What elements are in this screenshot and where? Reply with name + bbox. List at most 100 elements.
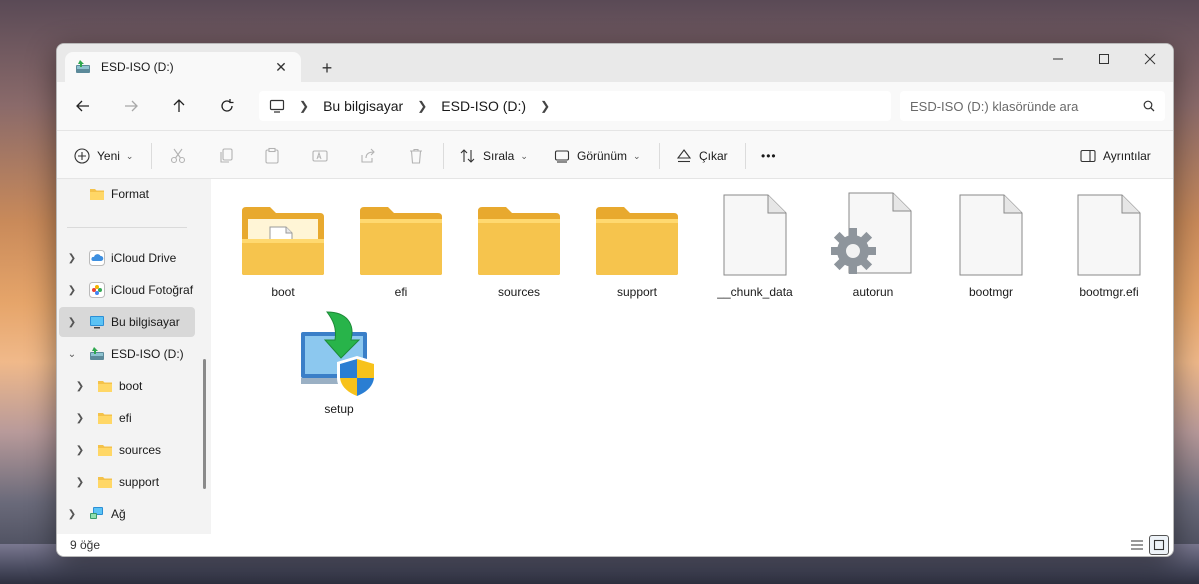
file-name: __chunk_data [717, 285, 793, 299]
sidebar-item-label: Format [111, 187, 150, 201]
back-icon[interactable] [69, 94, 97, 118]
sidebar-item-boot[interactable]: ❯ boot [73, 371, 203, 401]
cut-button[interactable] [169, 143, 187, 169]
file-item-autorun[interactable]: autorun [823, 189, 923, 299]
view-icon [554, 150, 570, 163]
sidebar-item-label: support [119, 475, 160, 489]
file-item-setup[interactable]: setup [289, 304, 389, 416]
new-tab-button[interactable]: + [315, 56, 339, 80]
address-bar-row: ❯ Bu bilgisayar ❯ ESD-ISO (D:) ❯ ESD-ISO… [57, 82, 1173, 130]
view-button[interactable]: Görünüm ⌄ [553, 143, 641, 169]
sidebar-item-label: Ağ [111, 507, 126, 521]
large-icons-view-icon[interactable] [1149, 535, 1169, 555]
command-bar: Yeni ⌄ Sırala ⌄ Görünüm ⌄ Çıkar ••• Ayrı… [57, 130, 1173, 179]
sidebar-item-label: sources [119, 443, 162, 457]
sidebar-item-label: iCloud Drive [111, 251, 177, 265]
folder-icon [469, 189, 569, 277]
chevron-right-icon[interactable]: ❯ [65, 253, 79, 264]
sidebar-scrollbar[interactable] [203, 359, 206, 489]
computer-icon [269, 99, 285, 113]
sidebar-item-label: Bu bilgisayar [111, 315, 180, 329]
file-name: setup [324, 402, 354, 416]
file-item-chunk-data[interactable]: __chunk_data [705, 189, 805, 299]
details-pane-button[interactable]: Ayrıntılar [1079, 143, 1151, 169]
chevron-down-icon: ⌄ [633, 150, 641, 161]
folder-icon [97, 378, 113, 394]
file-item-sources[interactable]: sources [469, 189, 569, 299]
folder-icon [351, 189, 451, 277]
search-input[interactable]: ESD-ISO (D:) klasöründe ara [900, 91, 1165, 121]
sidebar-item-format[interactable]: Format [65, 179, 205, 209]
sort-label: Sırala [483, 149, 515, 163]
navigation-pane: Format ❯ iCloud Drive ❯ iCloud Fotoğraf … [57, 179, 211, 536]
breadcrumb-drive[interactable]: ESD-ISO (D:) [441, 98, 526, 114]
chevron-right-icon[interactable]: ❯ [73, 477, 87, 488]
paste-button[interactable] [263, 143, 281, 169]
refresh-icon[interactable] [213, 94, 241, 118]
sort-button[interactable]: Sırala ⌄ [459, 143, 528, 169]
more-options-icon[interactable]: ••• [761, 143, 777, 169]
sidebar-item-support[interactable]: ❯ support [73, 467, 203, 497]
tab-title: ESD-ISO (D:) [101, 60, 174, 74]
sidebar-item-label: iCloud Fotoğraf [111, 283, 194, 297]
file-item-support[interactable]: support [587, 189, 687, 299]
details-label: Ayrıntılar [1103, 149, 1151, 163]
file-name: support [616, 285, 658, 299]
chevron-right-icon[interactable]: ❯ [299, 99, 309, 113]
drive-icon [76, 60, 90, 73]
file-item-bootmgr-efi[interactable]: bootmgr.efi [1059, 189, 1159, 299]
divider [659, 143, 660, 169]
chevron-right-icon[interactable]: ❯ [65, 509, 79, 520]
icloud-photos-icon [89, 282, 105, 298]
file-list: boot efi sources support __chunk_data au… [213, 179, 1173, 536]
delete-button[interactable] [407, 143, 425, 169]
settings-file-icon [823, 189, 923, 277]
eject-label: Çıkar [699, 149, 728, 163]
sidebar-item-icloud-drive[interactable]: ❯ iCloud Drive [65, 243, 205, 273]
close-tab-icon[interactable]: ✕ [271, 57, 291, 77]
sidebar-item-esd-iso[interactable]: ⌄ ESD-ISO (D:) [65, 339, 205, 369]
maximize-icon[interactable] [1081, 44, 1127, 74]
sidebar-item-sources[interactable]: ❯ sources [73, 435, 203, 465]
file-item-efi[interactable]: efi [351, 189, 451, 299]
chevron-right-icon[interactable]: ❯ [73, 413, 87, 424]
tab-esd-iso[interactable]: ESD-ISO (D:) ✕ [65, 52, 301, 82]
up-icon[interactable] [165, 94, 193, 118]
sidebar-item-label: boot [119, 379, 143, 393]
file-name: bootmgr [968, 285, 1014, 299]
copy-button[interactable] [217, 143, 235, 169]
folder-icon [97, 474, 113, 490]
eject-button[interactable]: Çıkar [675, 143, 728, 169]
folder-icon [89, 186, 105, 202]
sidebar-item-label: efi [119, 411, 132, 425]
folder-icon [97, 410, 113, 426]
details-view-icon[interactable] [1127, 535, 1147, 555]
chevron-right-icon[interactable]: ❯ [417, 99, 427, 113]
chevron-right-icon[interactable]: ❯ [540, 99, 550, 113]
file-item-boot[interactable]: boot [233, 189, 333, 299]
breadcrumb-this-pc[interactable]: Bu bilgisayar [323, 98, 403, 114]
search-placeholder: ESD-ISO (D:) klasöründe ara [910, 98, 1079, 114]
sidebar-item-network[interactable]: ❯ Ağ [65, 499, 205, 529]
sidebar-item-this-pc[interactable]: ❯ Bu bilgisayar [59, 307, 195, 337]
file-item-bootmgr[interactable]: bootmgr [941, 189, 1041, 299]
breadcrumb[interactable]: ❯ Bu bilgisayar ❯ ESD-ISO (D:) ❯ [259, 91, 891, 121]
view-label: Görünüm [577, 149, 628, 163]
chevron-right-icon[interactable]: ❯ [73, 381, 87, 392]
blank-file-icon [1059, 189, 1159, 277]
share-icon [361, 148, 375, 163]
forward-icon[interactable] [117, 94, 145, 118]
chevron-right-icon[interactable]: ❯ [65, 285, 79, 296]
new-button[interactable]: Yeni ⌄ [73, 143, 133, 169]
sidebar-item-efi[interactable]: ❯ efi [73, 403, 203, 433]
chevron-right-icon[interactable]: ❯ [73, 445, 87, 456]
search-icon [1143, 100, 1155, 112]
copy-icon [220, 148, 233, 163]
share-button[interactable] [359, 143, 377, 169]
rename-button[interactable] [311, 143, 329, 169]
chevron-right-icon[interactable]: ❯ [65, 317, 79, 328]
sidebar-item-icloud-photos[interactable]: ❯ iCloud Fotoğraf [65, 275, 205, 305]
minimize-icon[interactable] [1035, 44, 1081, 74]
close-window-icon[interactable] [1127, 44, 1173, 74]
chevron-down-icon[interactable]: ⌄ [65, 349, 79, 360]
